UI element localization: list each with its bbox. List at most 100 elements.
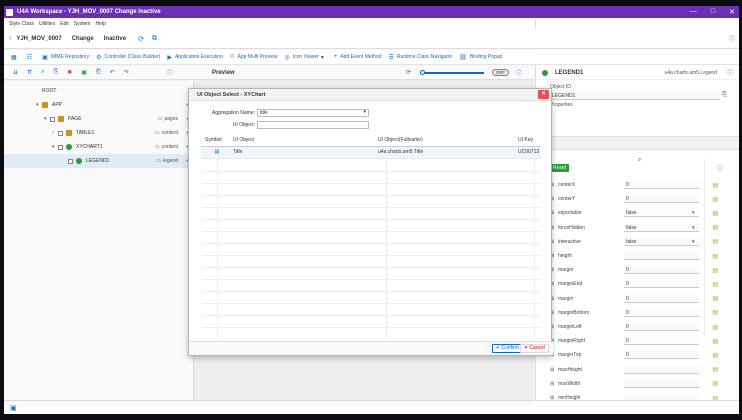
menu-system[interactable]: System [74, 21, 91, 27]
page-header: ‹ YJH_MOV_0007 Change Inactive ⟳ ⧉ ⓘ [4, 29, 739, 49]
dialog-title: UI Object Select - XYChart [197, 91, 266, 98]
property-binding-icon[interactable]: ▤ [712, 309, 718, 316]
minimize-button[interactable]: — [690, 8, 697, 16]
property-row: ⊞ marginLeft 0 ▤ [536, 320, 739, 334]
ui-object-label: UI Object: [232, 122, 255, 128]
toolbar-item-add-event[interactable]: + Add Event Method [334, 54, 382, 60]
layout-icon[interactable]: ▦ [11, 54, 20, 61]
add-icon: + [333, 54, 338, 60]
property-row: ⊞ height ▤ [536, 249, 739, 263]
properties-class-name: u4a.charts.am5.Legend [664, 69, 717, 76]
property-binding-icon[interactable]: ▤ [712, 366, 718, 373]
property-input[interactable]: 0 [624, 351, 699, 360]
toolbar-item-icon-viewer[interactable]: ◎ Icon Viewer ▾ [285, 54, 327, 61]
property-select[interactable]: false [624, 237, 699, 246]
object-id-label: Object ID [550, 84, 571, 90]
property-row: ⊞ margin 0 ▤ [536, 292, 739, 306]
property-binding-icon[interactable]: ▤ [712, 281, 718, 288]
toolbar-item-mime[interactable]: ▣ MIME Repository [42, 54, 89, 61]
property-input[interactable]: 0 [624, 266, 699, 275]
refresh-icon[interactable]: ⟳ [138, 35, 144, 43]
aggregation-name-label: Aggregation Name: [211, 110, 255, 116]
property-select[interactable]: false [624, 209, 699, 218]
window-controls: — □ ✕ [690, 8, 735, 16]
close-button[interactable]: ✕ [729, 8, 735, 16]
property-row: ⊞ centerY 0 ▤ [536, 192, 739, 206]
property-binding-icon[interactable]: ▤ [712, 182, 718, 189]
chevron-down-icon: ▾ [363, 109, 366, 115]
chevron-down-icon: ▾ [692, 210, 695, 217]
confirm-button[interactable]: ✔ Confirm [491, 344, 523, 353]
property-binding-icon[interactable]: ▤ [712, 338, 718, 345]
binding-icon: ⛓ [459, 54, 467, 61]
menu-style-class[interactable]: Style Class [9, 21, 34, 27]
properties-panel: LEGEND1 u4a.charts.am5.Legend ⓘ Object I… [535, 66, 739, 414]
menu-help[interactable]: Help [95, 21, 105, 27]
back-icon[interactable]: ‹ [9, 35, 11, 42]
property-binding-icon[interactable]: ▤ [712, 324, 718, 331]
property-row: ⊞ maxWidth ▤ [536, 377, 739, 391]
table-header-row: Symbol UI Object UI Object(Fullname) UI … [201, 135, 541, 147]
toggle-editor-button[interactable]: ☷ [27, 54, 35, 61]
property-binding-icon[interactable]: ▤ [712, 224, 718, 231]
property-row: ⊞ maxHeight ▤ [536, 363, 739, 377]
property-binding-icon[interactable]: ▤ [712, 295, 718, 302]
properties-object-name: LEGEND1 [555, 69, 584, 76]
column-symbol[interactable]: Symbol [201, 135, 229, 147]
reset-button[interactable]: Reset [550, 164, 570, 172]
chevron-down-icon: ▾ [320, 54, 324, 61]
header-icons: ⟳ ⧉ [138, 35, 157, 43]
properties-search-icon[interactable]: ⌕ [638, 157, 641, 164]
property-input[interactable] [624, 365, 699, 374]
maximize-button[interactable]: □ [711, 8, 715, 16]
properties-help-icon[interactable]: ⓘ [727, 68, 733, 77]
property-input[interactable]: 0 [624, 337, 699, 346]
property-input[interactable] [624, 252, 699, 260]
property-input[interactable]: 0 [624, 195, 699, 204]
ui-object-input[interactable] [257, 121, 369, 129]
menu-utilities[interactable]: Utilities [39, 21, 55, 27]
toolbar-item-controller[interactable]: ⚙ Controller (Class Builder) [96, 54, 160, 61]
property-input[interactable]: 0 [624, 181, 699, 189]
main-toolbar: ▦ ☷ ▣ MIME Repository ⚙ Controller (Class … [4, 50, 739, 65]
column-ui-object[interactable]: UI Object [229, 135, 374, 147]
object-id-field[interactable]: LEGEND1 [550, 92, 720, 100]
info-icon[interactable]: ⓘ [729, 34, 735, 43]
app-id: YJH_MOV_0007 [16, 35, 62, 42]
column-ui-object-fullname[interactable]: UI Object(Fullname) [374, 135, 514, 147]
property-binding-icon[interactable]: ▤ [712, 196, 718, 203]
property-input[interactable]: 0 [624, 294, 699, 303]
property-row: ⊞ marginBottom 0 ▤ [536, 306, 739, 320]
property-binding-icon[interactable]: ▤ [712, 253, 718, 260]
column-ui-key[interactable]: UI Key [514, 135, 541, 147]
property-row: ⊞marginRight0▤ [536, 334, 739, 348]
dialog-close-button[interactable]: ✕ [538, 90, 549, 99]
toolbar-item-binding-popup[interactable]: ⛓ Binding Popup [459, 54, 502, 61]
copy-id-icon[interactable]: ⎘ [722, 92, 727, 99]
property-binding-icon[interactable]: ▤ [712, 380, 718, 387]
property-input[interactable] [624, 379, 699, 388]
property-input[interactable]: 0 [624, 308, 699, 317]
property-binding-icon[interactable]: ▤ [712, 238, 718, 245]
toolbar-item-multi-preview[interactable]: ⟐ App Multi Preview [230, 54, 278, 61]
property-binding-icon[interactable]: ▤ [712, 352, 718, 359]
dialog-form: Aggregation Name: title ▾ UI Object: [189, 103, 553, 133]
property-select[interactable]: false [624, 223, 699, 232]
property-binding-icon[interactable]: ▤ [712, 267, 718, 274]
property-input[interactable]: 0 [624, 280, 699, 289]
cancel-button[interactable]: ✕ Cancel [519, 344, 549, 353]
properties-info-icon[interactable]: ⓘ [717, 164, 723, 173]
toolbar-item-execution[interactable]: ▶ Application Execution [167, 54, 222, 61]
property-input[interactable]: 0 [624, 323, 699, 331]
toolbar-item-class-navigator[interactable]: ☰ Runtime Class Navigator [388, 54, 452, 61]
menu-edit[interactable]: Edit [60, 21, 69, 27]
aggregation-name-select[interactable]: title ▾ [257, 109, 369, 117]
new-window-icon[interactable]: ⧉ [152, 35, 157, 43]
table-row[interactable]: ▤ Title u4a.charts.am5.Title UC00713 [201, 146, 541, 159]
property-row: ⊞ marginEnd 0 ▤ [536, 277, 739, 291]
app-state: Inactive [103, 35, 127, 42]
dialog-header: UI Object Select - XYChart ✕ [189, 89, 551, 101]
property-row: ⊞ forceHidden false ▤ ▾ [536, 221, 739, 235]
property-row: ⊞ exportable false ▤ ▾ [536, 206, 739, 220]
property-binding-icon[interactable]: ▤ [712, 210, 718, 217]
